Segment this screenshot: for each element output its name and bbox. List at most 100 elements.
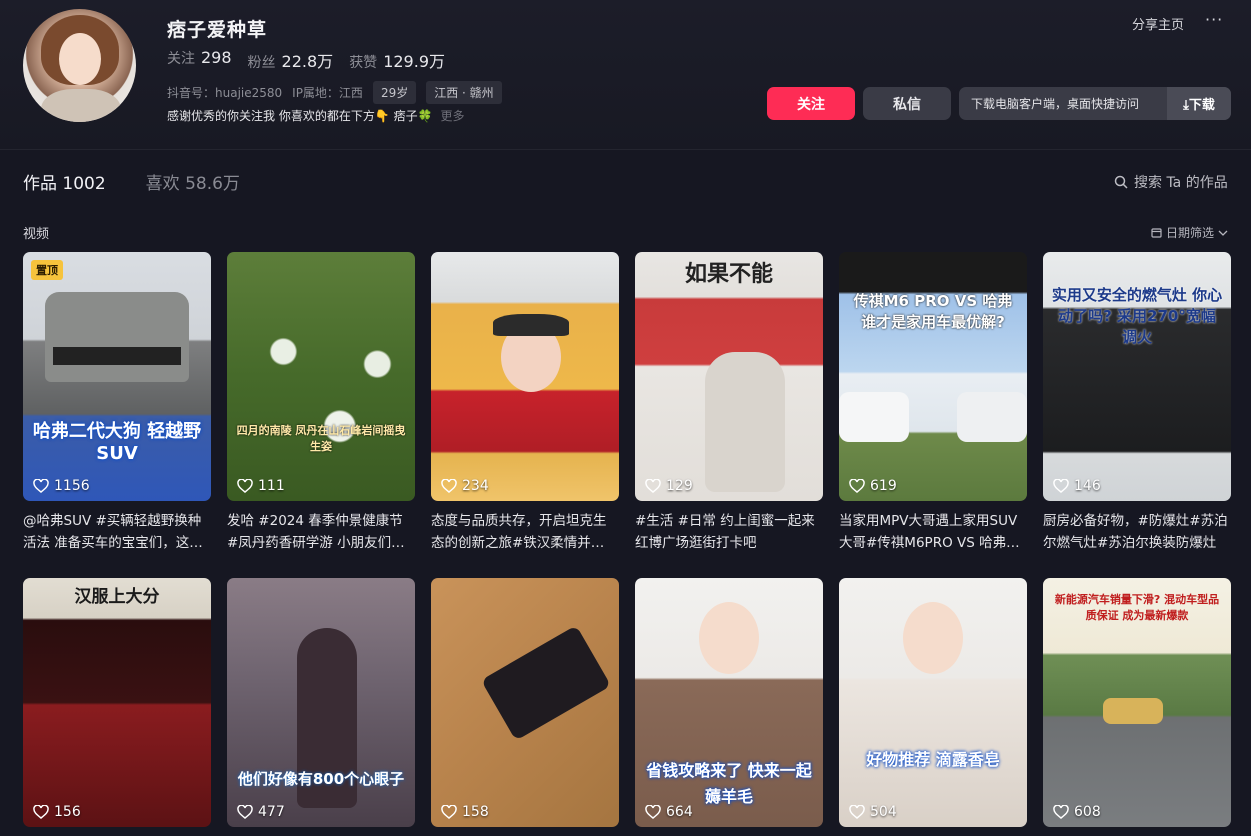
heart-icon (849, 479, 865, 493)
video-overlay-text: 汉服上大分 (74, 587, 160, 607)
follow-button[interactable]: 关注 (767, 87, 855, 120)
profile-stats: 关注 298 粉丝 22.8万 获赞 129.9万 (167, 48, 445, 72)
like-count-value: 608 (1074, 804, 1101, 820)
video-overlay-text: 省钱攻略来了 快来一起薅羊毛 (646, 761, 812, 806)
video-overlay-text: 传祺M6 PRO VS 哈弗 谁才是家用车最优解? (853, 292, 1013, 331)
video-card[interactable]: 实用又安全的燃气灶 你心动了吗? 采用270°宽幅调火 146 厨房必备好物，#… (1043, 252, 1231, 554)
video-caption[interactable]: 当家用MPV大哥遇上家用SUV大哥#传祺M6PRO VS 哈弗… (839, 510, 1027, 554)
video-thumbnail[interactable]: 四月的南陵 凤丹在山石峰岩间摇曳生姿 111 (227, 252, 415, 501)
stat-value: 22.8万 (281, 52, 334, 71)
like-count: 111 (237, 478, 285, 494)
video-thumbnail[interactable]: 如果不能 129 (635, 252, 823, 501)
heart-icon (645, 805, 661, 819)
ip-location: IP属地：江西 (292, 86, 363, 100)
like-count: 146 (1053, 478, 1101, 494)
bio-more-link[interactable]: 更多 (441, 109, 465, 123)
date-filter[interactable]: 日期筛选 (1151, 224, 1228, 241)
car-shape (1103, 698, 1163, 724)
video-card[interactable]: 四月的南陵 凤丹在山石峰岩间摇曳生姿 111 发哈 #2024 春季仲景健康节 … (227, 252, 415, 554)
like-count-value: 129 (666, 478, 693, 494)
video-thumbnail[interactable]: 置顶 哈弗二代大狗 轻越野SUV 1156 (23, 252, 211, 501)
heart-icon (33, 479, 49, 493)
video-card[interactable]: 好物推荐 滴露香皂 504 (839, 578, 1027, 827)
like-count: 234 (441, 478, 489, 494)
video-thumbnail[interactable]: 传祺M6 PRO VS 哈弗 谁才是家用车最优解? 619 (839, 252, 1027, 501)
stat-label: 获赞 (349, 55, 378, 71)
age-tag: 29岁 (372, 81, 417, 104)
video-thumbnail[interactable]: 省钱攻略来了 快来一起薅羊毛 664 (635, 578, 823, 827)
more-options-icon[interactable]: ··· (1205, 10, 1223, 29)
video-caption[interactable]: #生活 #日常 约上闺蜜一起来红博广场逛街打卡吧 (635, 510, 823, 554)
like-count-value: 664 (666, 804, 693, 820)
tab-likes[interactable]: 喜欢 58.6万 (146, 169, 240, 194)
face-shape (699, 602, 759, 674)
profile-bio: 感谢优秀的你关注我 你喜欢的都在下方👇 痞子🍀 更多 (167, 107, 465, 124)
stat-following[interactable]: 关注 298 (167, 48, 232, 72)
calendar-icon (1151, 228, 1162, 238)
profile-header: 痞子爱种草 关注 298 粉丝 22.8万 获赞 129.9万 抖音号：huajie2… (0, 0, 1251, 150)
like-count: 619 (849, 478, 897, 494)
profile-name: 痞子爱种草 (167, 19, 268, 41)
tab-works[interactable]: 作品 1002 (23, 169, 106, 194)
video-card[interactable]: 新能源汽车销量下滑? 混动车型品质保证 成为最新爆款 608 (1043, 578, 1231, 827)
video-card[interactable]: 如果不能 129 #生活 #日常 约上闺蜜一起来红博广场逛街打卡吧 (635, 252, 823, 554)
search-icon (1114, 175, 1128, 189)
video-overlay-text: 好物推荐 滴露香皂 (866, 750, 1000, 769)
like-count: 158 (441, 804, 489, 820)
like-count: 1156 (33, 478, 90, 494)
pinned-badge: 置顶 (31, 260, 63, 280)
video-thumbnail[interactable]: 实用又安全的燃气灶 你心动了吗? 采用270°宽幅调火 146 (1043, 252, 1231, 501)
video-card[interactable]: 他们好像有800个心眼子 477 (227, 578, 415, 827)
download-button[interactable]: ⤓下载 (1167, 87, 1231, 120)
douyin-id: 抖音号：huajie2580 (167, 86, 283, 100)
fur-coat-shape (705, 352, 785, 492)
video-card[interactable]: 传祺M6 PRO VS 哈弗 谁才是家用车最优解? 619 当家用MPV大哥遇上… (839, 252, 1027, 554)
video-card[interactable]: 省钱攻略来了 快来一起薅羊毛 664 (635, 578, 823, 827)
video-overlay-text: 四月的南陵 凤丹在山石峰岩间摇曳生姿 (236, 424, 406, 453)
like-count-value: 477 (258, 804, 285, 820)
video-caption[interactable]: @哈弗SUV #买辆轻越野换种活法 准备买车的宝宝们，这… (23, 510, 211, 554)
video-overlay-text: 哈弗二代大狗 轻越野SUV (32, 421, 202, 464)
heart-icon (645, 479, 661, 493)
video-caption[interactable]: 态度与品质共存，开启坦克生态的创新之旅#铁汉柔情并… (431, 510, 619, 554)
stat-followers[interactable]: 粉丝 22.8万 (248, 48, 334, 72)
like-count-value: 111 (258, 478, 285, 494)
heart-icon (1053, 479, 1069, 493)
avatar-face (59, 33, 101, 85)
video-thumbnail[interactable]: 新能源汽车销量下滑? 混动车型品质保证 成为最新爆款 608 (1043, 578, 1231, 827)
heart-icon (237, 479, 253, 493)
like-count: 608 (1053, 804, 1101, 820)
like-count-value: 234 (462, 478, 489, 494)
like-count-value: 156 (54, 804, 81, 820)
like-count: 156 (33, 804, 81, 820)
avatar[interactable] (23, 9, 136, 122)
search-works[interactable]: 搜索 Ta 的作品 (1114, 172, 1228, 192)
message-button[interactable]: 私信 (863, 87, 951, 120)
video-card[interactable]: 158 (431, 578, 619, 827)
video-thumbnail[interactable]: 汉服上大分 156 (23, 578, 211, 827)
video-caption[interactable]: 发哈 #2024 春季仲景健康节 #凤丹药香研学游 小朋友们… (227, 510, 415, 554)
stat-label: 粉丝 (247, 55, 276, 71)
heart-icon (1053, 805, 1069, 819)
share-profile-link[interactable]: 分享主页 (1132, 14, 1184, 33)
video-thumbnail[interactable]: 234 (431, 252, 619, 501)
video-thumbnail[interactable]: 好物推荐 滴露香皂 504 (839, 578, 1027, 827)
video-thumbnail[interactable]: 158 (431, 578, 619, 827)
search-works-label: 搜索 Ta 的作品 (1134, 175, 1228, 191)
video-card[interactable]: 234 态度与品质共存，开启坦克生态的创新之旅#铁汉柔情并… (431, 252, 619, 554)
like-count-value: 158 (462, 804, 489, 820)
face-shape (903, 602, 963, 674)
like-count-value: 146 (1074, 478, 1101, 494)
video-thumbnail[interactable]: 他们好像有800个心眼子 477 (227, 578, 415, 827)
stat-value: 298 (201, 48, 232, 67)
heart-icon (441, 479, 457, 493)
stat-label: 关注 (167, 51, 195, 67)
video-overlay-text: 实用又安全的燃气灶 你心动了吗? 采用270°宽幅调火 (1051, 286, 1223, 346)
video-caption[interactable]: 厨房必备好物，#防爆灶#苏泊尔燃气灶#苏泊尔换装防爆灶 (1043, 510, 1231, 554)
video-card[interactable]: 汉服上大分 156 (23, 578, 211, 827)
phone-shape (480, 625, 612, 741)
heart-icon (849, 805, 865, 819)
download-banner-text: 下载电脑客户端，桌面快捷访问 (971, 97, 1140, 111)
location-tag: 江西 · 赣州 (426, 81, 502, 104)
video-card[interactable]: 置顶 哈弗二代大狗 轻越野SUV 1156 @哈弗SUV #买辆轻越野换种活法 … (23, 252, 211, 554)
